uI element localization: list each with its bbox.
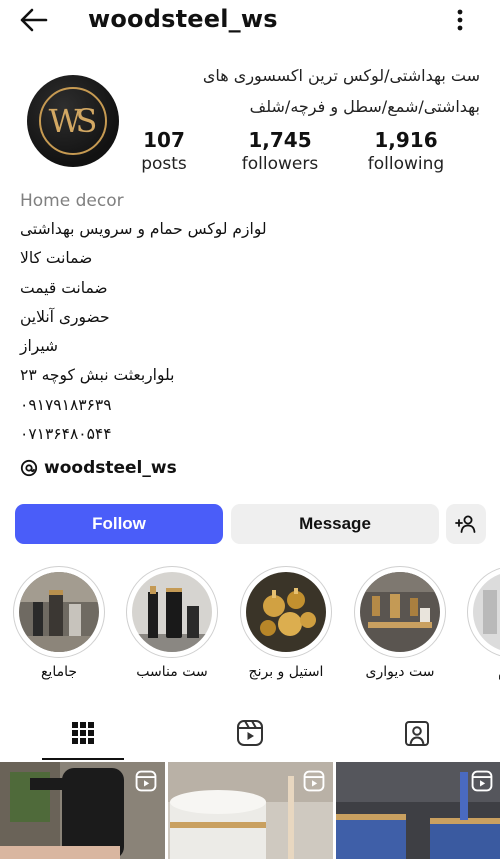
tab-posts-grid[interactable]: [0, 706, 166, 760]
highlight-item[interactable]: جامایع: [13, 566, 105, 680]
display-name-line-1: ست بهداشتی/لوکس ترین اکسسوری های: [202, 66, 480, 85]
posts-label: posts: [141, 154, 187, 174]
posts-count: 107: [143, 128, 185, 152]
profile-category: Home decor: [20, 191, 124, 211]
stat-following[interactable]: 1,916 following: [367, 128, 445, 174]
highlight-label: حمام: [467, 664, 500, 680]
highlight-item[interactable]: ست مناسب: [126, 566, 218, 680]
active-tab-indicator: [42, 758, 124, 760]
profile-username: woodsteel_ws: [88, 5, 278, 33]
tab-reels[interactable]: [167, 706, 333, 760]
post-thumbnail[interactable]: [336, 762, 500, 859]
reel-badge-icon: [471, 770, 493, 792]
highlight-label: ست مناسب: [136, 664, 208, 680]
highlight-thumbnail: [473, 572, 500, 652]
followers-count: 1,745: [248, 128, 312, 152]
top-bar: woodsteel_ws: [0, 0, 500, 40]
stat-posts[interactable]: 107 posts: [138, 128, 190, 174]
bio-line: حضوری آنلاین: [20, 307, 110, 326]
highlight-item[interactable]: استیل و برنج: [240, 566, 332, 680]
highlight-label: جامایع: [40, 664, 78, 680]
reel-badge-icon: [135, 770, 157, 792]
followers-label: followers: [241, 154, 319, 174]
suggested-users-button[interactable]: [446, 504, 486, 544]
threads-icon: [20, 459, 38, 477]
bio-line: ضمانت قیمت: [20, 278, 108, 297]
highlight-item[interactable]: ست دیواری: [354, 566, 446, 680]
highlight-thumbnail: [246, 572, 326, 652]
reel-badge-icon: [303, 770, 325, 792]
profile-tabs: [0, 706, 500, 760]
tab-tagged[interactable]: [334, 706, 500, 760]
bio-phone-mobile[interactable]: ۰۹۱۷۹۱۸۳۶۳۹: [20, 391, 320, 420]
bio-line: بلواربعثت نبش کوچه ۲۳: [20, 366, 175, 385]
avatar[interactable]: WS: [27, 75, 119, 167]
bio-line: ضمانت کالا: [20, 249, 93, 268]
grid-icon: [72, 722, 94, 744]
back-arrow-icon[interactable]: [18, 6, 50, 34]
reels-icon: [237, 720, 263, 746]
highlight-thumbnail: [360, 572, 440, 652]
tagged-icon: [405, 721, 429, 746]
highlight-label: استیل و برنج: [248, 664, 324, 680]
profile-display-name: ست بهداشتی/لوکس ترین اکسسوری های بهداشتی…: [180, 60, 480, 122]
follow-button[interactable]: Follow: [15, 504, 223, 544]
bio-line: شیراز: [20, 337, 59, 356]
following-count: 1,916: [374, 128, 438, 152]
story-highlights: جامایع ست مناسب استیل و برنج ست دیواری: [0, 566, 500, 686]
highlight-thumbnail: [19, 572, 99, 652]
following-label: following: [367, 154, 445, 174]
bio-line: لوازم لوکس حمام و سرویس بهداشتی: [20, 220, 267, 238]
more-options-icon[interactable]: [452, 6, 468, 34]
profile-bio: لوازم لوکس حمام و سرویس بهداشتی ضمانت کا…: [20, 215, 320, 449]
add-user-icon: [455, 515, 476, 533]
bio-phone-landline[interactable]: ۰۷۱۳۶۴۸۰۵۴۴: [20, 420, 320, 449]
woodsteel-logo-icon: WS: [39, 87, 107, 155]
display-name-line-2: بهداشتی/شمع/سطل و فرچه/شلف: [249, 97, 480, 116]
threads-handle: woodsteel_ws: [44, 458, 177, 478]
highlight-item[interactable]: حمام: [467, 566, 500, 680]
message-button[interactable]: Message: [231, 504, 439, 544]
stat-followers[interactable]: 1,745 followers: [240, 128, 320, 174]
highlight-thumbnail: [132, 572, 212, 652]
highlight-label: ست دیواری: [365, 664, 435, 680]
post-thumbnail[interactable]: [168, 762, 333, 859]
post-grid: [0, 762, 500, 859]
threads-link[interactable]: woodsteel_ws: [20, 456, 177, 480]
post-thumbnail[interactable]: [0, 762, 165, 859]
